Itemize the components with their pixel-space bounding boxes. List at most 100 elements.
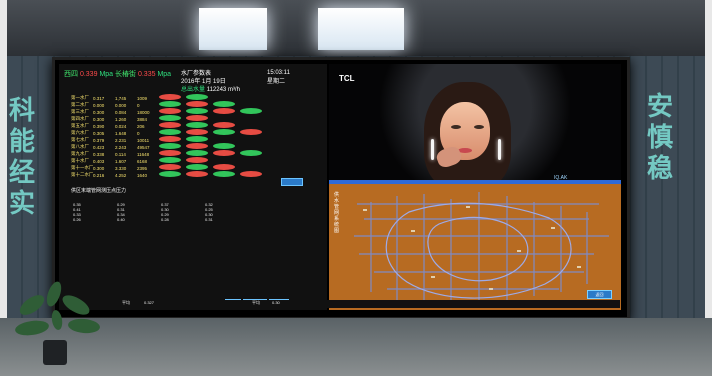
control-room-scene: 科 能 经 实 安 慎 稳 西四 0.339 Mpa 长椿街 0.335 Mpa… [0, 0, 712, 376]
advertisement-panel: TCL IQ.AK [329, 64, 621, 184]
pressure-value: 0.31 [205, 217, 213, 222]
status-icon [159, 94, 181, 100]
status-icon [186, 157, 208, 163]
ceiling-light-right [318, 8, 404, 50]
pressure-column: 0.37 0.30 0.29 0.28 [161, 202, 191, 292]
status-icon [159, 122, 181, 128]
status-icons [159, 115, 279, 122]
plant-table-cell: 第十二水厂 [71, 172, 93, 177]
status-icon [159, 101, 181, 107]
plant-table-cell: 0.216 [93, 173, 105, 178]
bottom-mid-label: 平均 [252, 300, 260, 305]
status-icons [159, 136, 279, 143]
status-icon [186, 171, 208, 177]
status-icon [159, 157, 181, 163]
status-icons [159, 122, 279, 129]
status-icon [186, 122, 208, 128]
lower-section-title: 供区末端管网测压点压力 [71, 188, 127, 194]
status-icon [186, 108, 208, 114]
water-network-map: 供水管网系统图 返回 [329, 184, 621, 310]
station-a-value: 0.339 [79, 71, 98, 78]
status-icon [186, 136, 208, 142]
map-return-label: 返回 [595, 292, 604, 297]
ceiling [0, 0, 712, 60]
display-weekday: 星期二 [267, 79, 286, 85]
earring-left [431, 139, 434, 160]
pressure-summary: 西四 0.339 Mpa 长椿街 0.335 Mpa [64, 69, 171, 79]
status-icon [159, 171, 181, 177]
display-bottom-strip: 平均 0.327 平均 0.30 [60, 300, 620, 308]
display-date: 2016年 1月 19日 [181, 79, 226, 85]
potted-plant [15, 281, 100, 365]
station-a-label: 西四 [64, 71, 78, 78]
floor [0, 318, 712, 376]
status-icons [159, 143, 279, 150]
status-icon [186, 150, 208, 156]
status-icon [186, 101, 208, 107]
status-icon [186, 115, 208, 121]
bottom-left-value: 0.327 [144, 300, 155, 305]
bottom-mid-value: 0.30 [272, 300, 280, 305]
status-icon [240, 129, 262, 135]
wall-text-left: 科 能 经 实 [9, 96, 36, 219]
company-title: 水厂参数表 [181, 71, 212, 77]
panel-button-top[interactable] [281, 178, 303, 186]
status-icon [213, 101, 235, 107]
status-icons [159, 94, 279, 101]
station-a-unit: Mpa [99, 71, 114, 78]
status-icon [213, 108, 235, 114]
station-b-value: 0.335 [137, 71, 156, 78]
status-icons [159, 108, 279, 115]
pressure-value: 0.40 [117, 217, 125, 222]
status-icon [159, 108, 181, 114]
status-icons [159, 171, 279, 178]
status-icon [186, 129, 208, 135]
status-icon [159, 150, 181, 156]
map-title: 供水管网系统图 [334, 192, 340, 234]
status-icon [213, 122, 235, 128]
plant-table-cell: 4.252 [115, 173, 127, 178]
pressure-column: 0.32 0.25 0.30 0.31 [205, 202, 235, 292]
display-header-info: 水厂参数表 2016年 1月 19日 总出水量 112243 m³/h [181, 70, 240, 94]
status-icons [159, 164, 279, 171]
status-icon [240, 108, 262, 114]
status-icons [159, 101, 279, 108]
status-icons [159, 157, 279, 164]
wall-text-right: 安 慎 稳 [647, 92, 674, 184]
status-icon [213, 129, 235, 135]
status-icon [159, 143, 181, 149]
status-icon [213, 150, 235, 156]
pressure-column: 0.29 0.31 0.34 0.40 [117, 202, 147, 292]
brand-logo: TCL [339, 74, 355, 83]
status-icon [186, 143, 208, 149]
status-icon [159, 129, 181, 135]
status-icon [186, 164, 208, 170]
water-output-value: 112243 [206, 87, 227, 93]
status-icon [240, 171, 262, 177]
status-icon [159, 115, 181, 121]
bottom-left-label: 平均 [122, 300, 130, 305]
water-output-unit: m³/h [227, 87, 240, 93]
status-icon [213, 143, 235, 149]
earring-right [498, 139, 501, 160]
model-right-eye [474, 125, 484, 129]
plant-table-cell: 1640 [137, 173, 148, 178]
pressure-value: 0.28 [161, 217, 169, 222]
network-map-lines [354, 192, 609, 306]
status-icon [240, 150, 262, 156]
led-display-wall: 西四 0.339 Mpa 长椿街 0.335 Mpa 水厂参数表 2016年 1… [52, 57, 630, 320]
status-icon [213, 164, 235, 170]
pressure-value: 0.26 [73, 217, 81, 222]
clock-area: 15:03:11 星期二 [267, 70, 290, 85]
map-return-button[interactable]: 返回 [587, 290, 612, 299]
status-icon [159, 164, 181, 170]
water-output-line: 总出水量 112243 m³/h [181, 86, 240, 94]
model-left-eye [451, 125, 461, 129]
status-icons [159, 150, 279, 157]
station-b-label: 长椿街 [115, 71, 137, 78]
water-output-label: 总出水量 [181, 87, 206, 93]
status-icons [159, 129, 279, 136]
status-icon [159, 136, 181, 142]
status-icon [186, 94, 208, 100]
status-icon [213, 171, 235, 177]
